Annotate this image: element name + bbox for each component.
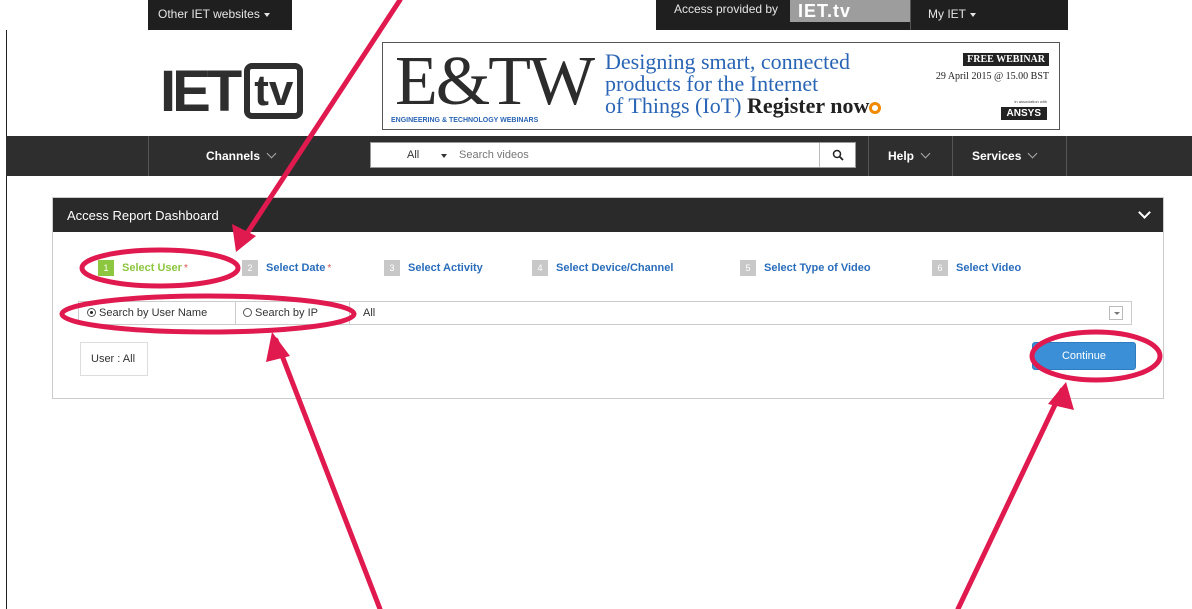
chevron-down-icon (920, 148, 931, 159)
my-iet-menu[interactable]: My IET (928, 7, 976, 21)
other-sites-menu[interactable]: Other IET websites (148, 0, 292, 30)
access-report-panel: Access Report Dashboard (52, 197, 1164, 399)
play-icon (869, 101, 882, 114)
page-edge (6, 176, 7, 609)
etw-logo: E&TW (395, 43, 595, 120)
caret-down-icon (263, 12, 270, 17)
dropdown-arrow-icon[interactable] (1109, 306, 1123, 320)
iet-tv-logo[interactable]: IET tv (160, 58, 304, 125)
step-select-video[interactable]: 6 Select Video (932, 260, 1021, 280)
panel-header[interactable]: Access Report Dashboard (53, 198, 1163, 232)
divider (1066, 136, 1067, 176)
divider (952, 136, 953, 176)
association-label: In association with (1014, 99, 1047, 104)
caret-down-icon (441, 154, 447, 158)
arrow-line-continue (955, 387, 1065, 609)
search-icon (832, 149, 844, 161)
search-button[interactable] (819, 143, 855, 167)
step-select-user[interactable]: 1 Select User * (98, 260, 188, 280)
search-by-ip-radio[interactable]: Search by IP (243, 302, 318, 324)
chevron-down-icon (266, 148, 277, 159)
help-menu[interactable]: Help (888, 148, 931, 163)
banner-headline: Designing smart, connected products for … (605, 51, 882, 118)
chevron-down-icon[interactable] (1138, 206, 1151, 219)
webinar-banner[interactable]: E&TW ENGINEERING & TECHNOLOGY WEBINARS D… (382, 42, 1060, 130)
register-now-link[interactable]: Register now (747, 93, 869, 118)
other-sites-label: Other IET websites (158, 7, 260, 21)
user-combo-value[interactable]: All (363, 307, 375, 319)
divider (868, 136, 869, 176)
caret-down-icon (970, 12, 976, 17)
video-search: All (370, 142, 856, 168)
etw-subtitle: ENGINEERING & TECHNOLOGY WEBINARS (391, 117, 539, 124)
step-select-date[interactable]: 2 Select Date * (242, 260, 331, 280)
divider (349, 302, 350, 324)
access-provider-logo: IET.tv (790, 0, 910, 22)
services-menu[interactable]: Services (972, 148, 1038, 163)
step-select-type-of-video[interactable]: 5 Select Type of Video (740, 260, 871, 280)
user-search-row: Search by User Name Search by IP All (78, 301, 1132, 325)
search-scope-select[interactable]: All (407, 149, 419, 161)
step-select-activity[interactable]: 3 Select Activity (384, 260, 483, 280)
channels-menu[interactable]: Channels (206, 148, 277, 163)
search-by-username-radio[interactable]: Search by User Name (87, 302, 207, 324)
access-bar: Access provided by IET.tv My IET (656, 0, 1068, 30)
user-summary: User : All (80, 342, 148, 376)
divider (910, 0, 911, 30)
main-nav: Channels All Help Services (6, 136, 1192, 176)
free-webinar-badge: FREE WEBINAR (963, 53, 1049, 66)
radio-unselected-icon (243, 308, 252, 317)
webinar-date: 29 April 2015 @ 15.00 BST (935, 71, 1049, 82)
divider (235, 302, 236, 324)
wizard-steps: 1 Select User * 2 Select Date * 3 Select Acti… (98, 260, 1158, 280)
search-input[interactable] (457, 146, 817, 164)
panel-title: Access Report Dashboard (67, 208, 219, 223)
chevron-down-icon (1027, 148, 1038, 159)
top-bar: Other IET websites Access provided by IE… (0, 0, 1192, 30)
radio-selected-icon (87, 308, 96, 317)
ansys-logo: ANSYS (1000, 107, 1047, 120)
step-select-device-channel[interactable]: 4 Select Device/Channel (532, 260, 673, 280)
continue-button[interactable]: Continue (1032, 342, 1136, 370)
divider (148, 136, 149, 176)
access-provided-label: Access provided by (674, 2, 779, 16)
